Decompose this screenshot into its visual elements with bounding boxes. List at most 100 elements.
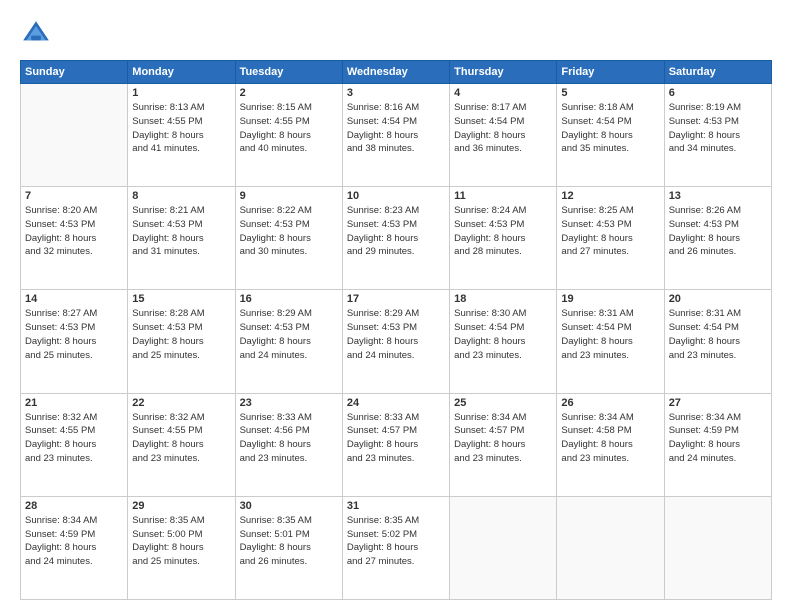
sunrise-text: Sunrise: 8:34 AM	[669, 411, 767, 425]
cell-content: Sunrise: 8:22 AMSunset: 4:53 PMDaylight:…	[240, 204, 338, 259]
sunrise-text: Sunrise: 8:21 AM	[132, 204, 230, 218]
daylight-text: Daylight: 8 hours	[132, 438, 230, 452]
cell-content: Sunrise: 8:19 AMSunset: 4:53 PMDaylight:…	[669, 101, 767, 156]
sunset-text: Sunset: 4:53 PM	[25, 321, 123, 335]
sunset-text: Sunset: 4:54 PM	[347, 115, 445, 129]
sunset-text: Sunset: 4:53 PM	[347, 321, 445, 335]
header	[20, 18, 772, 50]
daylight-text-2: and 29 minutes.	[347, 245, 445, 259]
daylight-text: Daylight: 8 hours	[240, 541, 338, 555]
cell-content: Sunrise: 8:30 AMSunset: 4:54 PMDaylight:…	[454, 307, 552, 362]
sunset-text: Sunset: 4:53 PM	[561, 218, 659, 232]
calendar-cell: 29Sunrise: 8:35 AMSunset: 5:00 PMDayligh…	[128, 496, 235, 599]
day-number: 5	[561, 87, 659, 99]
daylight-text: Daylight: 8 hours	[561, 438, 659, 452]
sunset-text: Sunset: 4:53 PM	[240, 321, 338, 335]
weekday-header-saturday: Saturday	[664, 61, 771, 84]
sunset-text: Sunset: 4:54 PM	[454, 321, 552, 335]
day-number: 2	[240, 87, 338, 99]
sunrise-text: Sunrise: 8:31 AM	[561, 307, 659, 321]
daylight-text: Daylight: 8 hours	[561, 129, 659, 143]
calendar-cell: 27Sunrise: 8:34 AMSunset: 4:59 PMDayligh…	[664, 393, 771, 496]
day-number: 1	[132, 87, 230, 99]
sunrise-text: Sunrise: 8:20 AM	[25, 204, 123, 218]
daylight-text-2: and 35 minutes.	[561, 142, 659, 156]
sunset-text: Sunset: 4:59 PM	[25, 528, 123, 542]
calendar-cell: 14 Sunrise: 8:27 AMSunset: 4:53 PMDayligh…	[21, 290, 128, 393]
calendar-cell: 18Sunrise: 8:30 AMSunset: 4:54 PMDayligh…	[450, 290, 557, 393]
day-number: 21	[25, 397, 123, 409]
day-number: 12	[561, 190, 659, 202]
calendar-cell: 25Sunrise: 8:34 AMSunset: 4:57 PMDayligh…	[450, 393, 557, 496]
daylight-text-2: and 40 minutes.	[240, 142, 338, 156]
cell-content: Sunrise: 8:35 AMSunset: 5:01 PMDaylight:…	[240, 514, 338, 569]
daylight-text-2: and 23 minutes.	[454, 452, 552, 466]
sunrise-text: Sunrise: 8:29 AM	[240, 307, 338, 321]
sunset-text: Sunset: 4:53 PM	[454, 218, 552, 232]
daylight-text-2: and 38 minutes.	[347, 142, 445, 156]
calendar-cell	[21, 84, 128, 187]
daylight-text-2: and 24 minutes.	[669, 452, 767, 466]
daylight-text-2: and 27 minutes.	[347, 555, 445, 569]
sunset-text: Sunset: 5:02 PM	[347, 528, 445, 542]
daylight-text-2: and 31 minutes.	[132, 245, 230, 259]
sunrise-text: Sunrise: 8:29 AM	[347, 307, 445, 321]
daylight-text-2: and 24 minutes.	[240, 349, 338, 363]
daylight-text: Daylight: 8 hours	[25, 541, 123, 555]
daylight-text: Daylight: 8 hours	[669, 335, 767, 349]
daylight-text: Daylight: 8 hours	[454, 438, 552, 452]
cell-content: Sunrise: 8:31 AMSunset: 4:54 PMDaylight:…	[669, 307, 767, 362]
cell-content: Sunrise: 8:25 AMSunset: 4:53 PMDaylight:…	[561, 204, 659, 259]
calendar-cell: 11Sunrise: 8:24 AMSunset: 4:53 PMDayligh…	[450, 187, 557, 290]
weekday-header-friday: Friday	[557, 61, 664, 84]
sunset-text: Sunset: 5:01 PM	[240, 528, 338, 542]
cell-content: Sunrise: 8:34 AMSunset: 4:57 PMDaylight:…	[454, 411, 552, 466]
sunrise-text: Sunrise: 8:25 AM	[561, 204, 659, 218]
day-number: 14	[25, 293, 123, 305]
sunset-text: Sunset: 4:54 PM	[669, 321, 767, 335]
cell-content: Sunrise: 8:21 AMSunset: 4:53 PMDaylight:…	[132, 204, 230, 259]
daylight-text: Daylight: 8 hours	[669, 129, 767, 143]
daylight-text: Daylight: 8 hours	[454, 335, 552, 349]
day-number: 29	[132, 500, 230, 512]
sunrise-text: Sunrise: 8:22 AM	[240, 204, 338, 218]
sunset-text: Sunset: 4:54 PM	[561, 321, 659, 335]
calendar-week-2: 7Sunrise: 8:20 AMSunset: 4:53 PMDaylight…	[21, 187, 772, 290]
daylight-text: Daylight: 8 hours	[132, 129, 230, 143]
sunset-text: Sunset: 5:00 PM	[132, 528, 230, 542]
cell-content: Sunrise: 8:34 AMSunset: 4:59 PMDaylight:…	[669, 411, 767, 466]
sunset-text: Sunset: 4:53 PM	[669, 218, 767, 232]
sunrise-text: Sunrise: 8:35 AM	[347, 514, 445, 528]
daylight-text: Daylight: 8 hours	[132, 232, 230, 246]
day-number: 17	[347, 293, 445, 305]
sunrise-text: Sunrise: 8:17 AM	[454, 101, 552, 115]
sunrise-text: Sunrise: 8:32 AM	[25, 411, 123, 425]
cell-content: Sunrise: 8:29 AMSunset: 4:53 PMDaylight:…	[240, 307, 338, 362]
daylight-text: Daylight: 8 hours	[240, 129, 338, 143]
calendar-cell: 6Sunrise: 8:19 AMSunset: 4:53 PMDaylight…	[664, 84, 771, 187]
daylight-text: Daylight: 8 hours	[347, 541, 445, 555]
calendar-week-1: 1Sunrise: 8:13 AMSunset: 4:55 PMDaylight…	[21, 84, 772, 187]
cell-content: Sunrise: 8:33 AMSunset: 4:57 PMDaylight:…	[347, 411, 445, 466]
sunrise-text: Sunrise: 8:35 AM	[240, 514, 338, 528]
sunset-text: Sunset: 4:55 PM	[132, 424, 230, 438]
daylight-text: Daylight: 8 hours	[25, 335, 123, 349]
day-number: 30	[240, 500, 338, 512]
daylight-text: Daylight: 8 hours	[347, 129, 445, 143]
weekday-header-tuesday: Tuesday	[235, 61, 342, 84]
sunrise-text: Sunrise: 8:30 AM	[454, 307, 552, 321]
calendar-cell: 4Sunrise: 8:17 AMSunset: 4:54 PMDaylight…	[450, 84, 557, 187]
cell-content: Sunrise: 8:27 AMSunset: 4:53 PMDaylight:…	[25, 307, 123, 362]
daylight-text-2: and 28 minutes.	[454, 245, 552, 259]
cell-content: Sunrise: 8:32 AMSunset: 4:55 PMDaylight:…	[132, 411, 230, 466]
cell-content: Sunrise: 8:34 AMSunset: 4:58 PMDaylight:…	[561, 411, 659, 466]
sunset-text: Sunset: 4:57 PM	[347, 424, 445, 438]
sunset-text: Sunset: 4:53 PM	[240, 218, 338, 232]
calendar-cell: 31Sunrise: 8:35 AMSunset: 5:02 PMDayligh…	[342, 496, 449, 599]
calendar-table: SundayMondayTuesdayWednesdayThursdayFrid…	[20, 60, 772, 600]
calendar-cell: 19Sunrise: 8:31 AMSunset: 4:54 PMDayligh…	[557, 290, 664, 393]
daylight-text-2: and 23 minutes.	[240, 452, 338, 466]
page: SundayMondayTuesdayWednesdayThursdayFrid…	[0, 0, 792, 612]
day-number: 4	[454, 87, 552, 99]
day-number: 15	[132, 293, 230, 305]
